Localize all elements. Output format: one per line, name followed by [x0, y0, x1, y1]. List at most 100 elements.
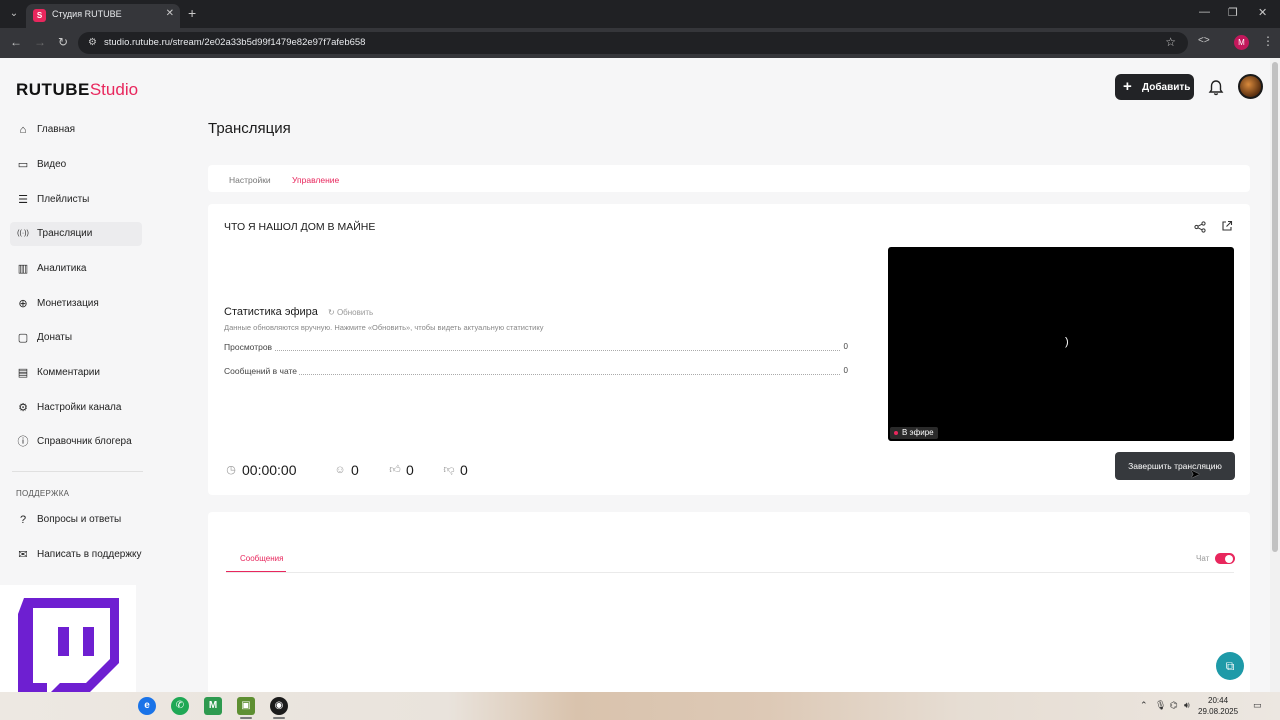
notifications-bell-icon[interactable]	[1208, 79, 1224, 96]
devtools-icon[interactable]: <>	[1198, 35, 1210, 46]
stat-label: Просмотров	[224, 342, 275, 352]
playlist-icon: ☰	[18, 194, 28, 206]
taskbar-clock[interactable]: 20:44 29.08.2025	[1198, 695, 1238, 717]
open-external-icon[interactable]	[1221, 220, 1233, 232]
video-icon: ▭	[17, 159, 29, 171]
sidebar-item-help[interactable]: ⓘ Справочник блогера	[10, 430, 142, 454]
sidebar-item-broadcast[interactable]: ((·)) Трансляции	[10, 222, 142, 246]
tab-management[interactable]: Управление	[292, 175, 339, 185]
sidebar-item-comments[interactable]: ▤ Комментарии	[10, 361, 142, 385]
close-tab-icon[interactable]: ✕	[166, 8, 174, 19]
logo-studio-text: Studio	[89, 80, 139, 99]
support-section-header: ПОДДЕРЖКА	[16, 489, 70, 498]
logo-rutube-text: RUTUBE	[16, 80, 90, 99]
forward-icon[interactable]: →	[34, 35, 46, 49]
mouse-cursor-icon: ➤	[1190, 467, 1201, 481]
minecraft-icon[interactable]: ▣	[237, 697, 255, 715]
stream-tabs: Настройки Управление	[208, 165, 1250, 192]
sidebar-item-playlist[interactable]: ☰ Плейлисты	[10, 188, 142, 212]
sidebar-item-label: Плейлисты	[37, 194, 90, 205]
sidebar-item-home[interactable]: ⌂ Главная	[10, 118, 142, 142]
stream-preview-player[interactable]: ) В эфире	[888, 247, 1234, 441]
faq-icon: ?	[19, 514, 27, 526]
page-scrollbar[interactable]	[1270, 58, 1280, 692]
sidebar-item-video[interactable]: ▭ Видео	[10, 153, 142, 177]
help-icon: ⓘ	[17, 436, 29, 448]
sidebar-item-label: Комментарии	[37, 367, 100, 378]
edge-browser-icon[interactable]: e	[138, 697, 156, 715]
share-icon[interactable]	[1194, 221, 1206, 233]
notifications-icon[interactable]: ▭	[1253, 700, 1262, 711]
sidebar-item-mail[interactable]: ✉ Написать в поддержку	[10, 543, 142, 567]
refresh-button[interactable]: ↻ Обновить	[328, 308, 373, 317]
address-bar[interactable]: ⚙ studio.rutube.ru/stream/2e02a33b5d99f1…	[78, 32, 1188, 54]
viewers-icon: ☺	[334, 464, 346, 476]
browser-menu-icon[interactable]: ⋮	[1262, 34, 1274, 48]
sidebar-item-analytics[interactable]: ▥ Аналитика	[10, 257, 142, 281]
network-icon[interactable]: ⌬	[1170, 700, 1178, 711]
tray-expand-icon[interactable]: ⌃	[1140, 700, 1148, 711]
mail-icon: ✉	[18, 549, 28, 561]
active-app-indicator	[240, 717, 252, 719]
user-avatar[interactable]	[1238, 74, 1263, 99]
minimize-icon[interactable]: —	[1199, 6, 1210, 18]
stat-value: 0	[841, 342, 848, 351]
reload-icon[interactable]: ↻	[58, 35, 68, 49]
timer-value: 00:00:00	[242, 462, 297, 478]
support-chat-float-button[interactable]: ⧉	[1216, 652, 1244, 680]
sidebar-item-monetization[interactable]: ⊕ Монетизация	[10, 292, 142, 316]
url-text[interactable]: studio.rutube.ru/stream/2e02a33b5d99f147…	[104, 37, 365, 48]
volume-icon[interactable]: 🔊︎	[1184, 700, 1190, 711]
sidebar-item-faq[interactable]: ? Вопросы и ответы	[10, 508, 142, 532]
end-stream-button[interactable]: Завершить трансляцию	[1115, 452, 1235, 480]
whatsapp-icon[interactable]: ✆	[171, 697, 189, 715]
sidebar-item-label: Трансляции	[37, 228, 93, 239]
monetization-icon: ⊕	[18, 298, 28, 310]
tab-messages[interactable]: Сообщения	[240, 554, 283, 563]
broadcast-icon: ((·))	[17, 230, 29, 237]
chat-toggle-label: Чат	[1196, 554, 1210, 563]
maximize-icon[interactable]: ❐	[1228, 6, 1238, 19]
clock-time: 20:44	[1208, 696, 1229, 705]
refresh-icon: ↻	[328, 308, 337, 317]
obs-studio-icon[interactable]: ◉	[270, 697, 288, 715]
site-info-icon[interactable]: ⚙	[88, 37, 97, 48]
dislikes-value: 0	[460, 462, 468, 478]
sidebar-item-label: Видео	[37, 159, 67, 170]
add-button[interactable]: + Добавить	[1115, 74, 1194, 100]
sidebar-item-label: Справочник блогера	[37, 436, 132, 447]
viewers-value: 0	[351, 462, 359, 478]
scrollbar-thumb[interactable]	[1272, 62, 1278, 552]
page-title: Трансляция	[208, 120, 291, 137]
stats-note: Данные обновляются вручную. Нажмите «Обн…	[224, 323, 544, 332]
messenger-m-icon[interactable]: M	[204, 697, 222, 715]
chat-divider	[226, 572, 1234, 573]
new-tab-button[interactable]: +	[188, 5, 196, 21]
chat-toggle[interactable]	[1215, 553, 1235, 564]
back-icon[interactable]: ←	[10, 35, 22, 49]
live-dot-icon	[894, 431, 898, 435]
rutube-studio-logo[interactable]: RUTUBEStudio	[16, 80, 138, 100]
browser-profile-avatar[interactable]: M	[1234, 35, 1249, 50]
sidebar-item-label: Аналитика	[37, 263, 87, 274]
browser-tab[interactable]: S Студия RUTUBE ✕	[26, 4, 180, 28]
gear-icon: ⚙	[18, 402, 28, 414]
tab-settings[interactable]: Настройки	[229, 175, 271, 185]
stream-card: ЧТО Я НАШОЛ ДОМ В МАЙНЕ Статистика эфира…	[208, 204, 1250, 495]
stat-row-chat-messages: Сообщений в чате 0	[224, 366, 848, 378]
sidebar-item-label: Написать в поддержку	[37, 549, 142, 560]
stat-leader-dots	[224, 350, 840, 351]
clock-icon: ◷	[226, 464, 236, 476]
microphone-icon[interactable]: 🎙︎	[1155, 700, 1166, 711]
close-window-icon[interactable]: ✕	[1258, 6, 1267, 19]
bookmark-star-icon[interactable]: ☆	[1165, 35, 1176, 49]
add-button-label: Добавить	[1142, 82, 1191, 93]
chat-card: Сообщения Чат	[208, 512, 1250, 692]
rutube-favicon-icon: S	[33, 9, 46, 22]
sidebar-item-donate[interactable]: ▢ Донаты	[10, 326, 142, 350]
active-app-indicator	[273, 717, 285, 719]
tab-search-icon[interactable]: ⌄	[6, 6, 22, 22]
stat-value: 0	[841, 366, 848, 375]
sidebar-item-gear[interactable]: ⚙ Настройки канала	[10, 396, 142, 420]
stat-label: Сообщений в чате	[224, 366, 300, 376]
